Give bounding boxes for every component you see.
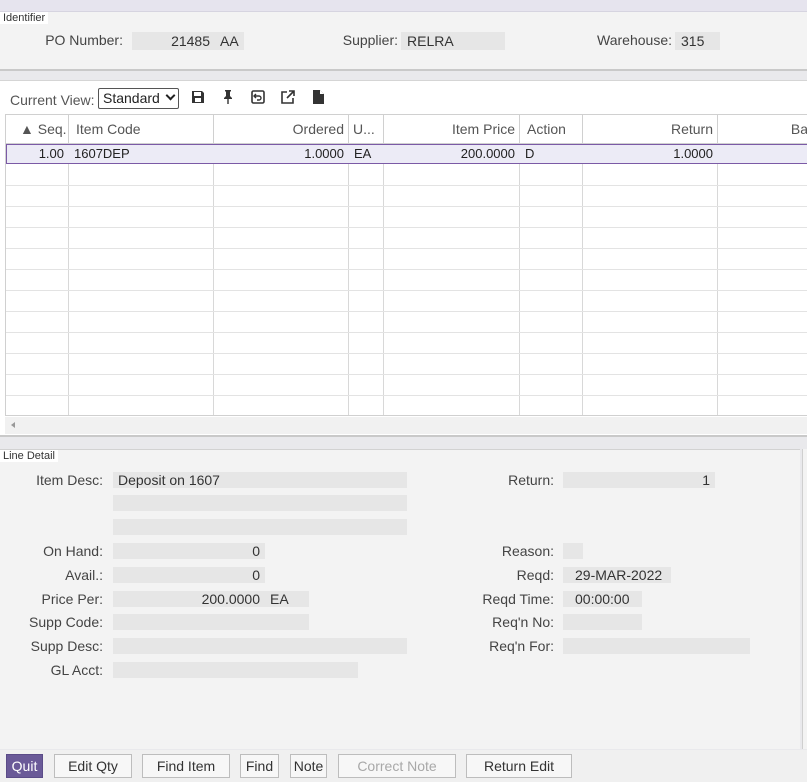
identifier-section-label: Identifier <box>0 12 49 24</box>
price-per-field[interactable]: 200.0000 <box>113 591 265 607</box>
reqd-time-field[interactable]: 00:00:00 <box>563 591 642 607</box>
quit-button[interactable]: Quit <box>6 754 43 778</box>
supp-code-field[interactable] <box>113 614 309 630</box>
gl-acct-label: GL Acct: <box>50 662 103 678</box>
line-detail-section: Line Detail Item Desc: Deposit on 1607 O… <box>0 449 800 749</box>
item-desc-field[interactable]: Deposit on 1607 <box>113 472 407 488</box>
on-hand-field[interactable]: 0 <box>113 543 265 559</box>
gl-acct-field[interactable] <box>113 662 358 678</box>
supplier-field[interactable]: RELRA <box>401 32 505 50</box>
reqn-for-field[interactable] <box>563 638 750 654</box>
document-icon[interactable] <box>310 89 326 105</box>
grid-row-divider <box>6 290 807 291</box>
chevron-down-icon <box>165 90 176 101</box>
item-desc-line2-field[interactable] <box>113 495 407 511</box>
cell-uom[interactable]: EA <box>349 144 384 164</box>
return-field[interactable]: 1 <box>563 472 715 488</box>
reqd-time-label: Reqd Time: <box>482 591 554 607</box>
identifier-section: Identifier PO Number: 21485 AA Supplier:… <box>0 12 807 71</box>
reason-field[interactable] <box>563 543 583 559</box>
cell-action[interactable]: D <box>520 144 583 164</box>
warehouse-label: Warehouse: <box>597 32 672 48</box>
price-uom-field[interactable]: EA <box>265 591 309 607</box>
current-view-value: Standard <box>103 90 160 106</box>
col-header-item-price[interactable]: Item Price <box>384 115 520 144</box>
return-label: Return: <box>508 472 554 488</box>
po-number-label: PO Number: <box>45 32 123 48</box>
grid-row-divider <box>6 374 807 375</box>
correct-note-button[interactable]: Correct Note <box>338 754 456 778</box>
price-per-label: Price Per: <box>41 591 103 607</box>
avail-label: Avail.: <box>65 567 103 583</box>
col-header-seq[interactable]: ▲ Seq. <box>6 115 69 144</box>
restore-icon[interactable] <box>250 89 266 105</box>
grid-row-divider <box>6 206 807 207</box>
item-desc-line3-field[interactable] <box>113 519 407 535</box>
current-view-label: Current View: <box>10 92 95 108</box>
item-desc-label: Item Desc: <box>36 472 103 488</box>
po-suffix-field[interactable]: AA <box>216 32 244 50</box>
horizontal-scrollbar[interactable] <box>5 417 807 434</box>
grid-row-divider <box>6 248 807 249</box>
grid-row-divider <box>6 395 807 396</box>
cell-seq[interactable]: 1.00 <box>6 144 69 164</box>
grid-row-divider <box>6 332 807 333</box>
col-header-ordered[interactable]: Ordered <box>214 115 349 144</box>
action-button-bar: Quit Edit Qty Find Item Find Note Correc… <box>0 750 807 782</box>
grid-row-divider <box>6 353 807 354</box>
cell-return[interactable]: 1.0000 <box>583 144 718 164</box>
on-hand-label: On Hand: <box>43 543 103 559</box>
col-header-return[interactable]: Return <box>583 115 718 144</box>
return-edit-button[interactable]: Return Edit <box>466 754 572 778</box>
scroll-left-icon[interactable] <box>11 422 15 428</box>
col-header-action[interactable]: Action <box>520 115 583 144</box>
supplier-label: Supplier: <box>342 32 398 48</box>
save-icon[interactable] <box>190 89 206 105</box>
cell-ba[interactable] <box>718 144 807 164</box>
line-detail-section-label: Line Detail <box>0 450 58 462</box>
export-icon[interactable] <box>280 89 296 105</box>
po-number-field[interactable]: 21485 <box>132 32 216 50</box>
grid-row-divider <box>6 269 807 270</box>
cell-ordered[interactable]: 1.0000 <box>214 144 349 164</box>
reqn-no-field[interactable] <box>563 614 642 630</box>
pin-icon[interactable] <box>220 89 236 105</box>
window-top-bar <box>0 0 807 12</box>
col-header-ba[interactable]: Ba <box>718 115 807 144</box>
col-header-uom[interactable]: U... <box>349 115 384 144</box>
lines-grid-section: Current View: Standard ▲ Seq. Item Code … <box>0 80 807 437</box>
reqd-date-field[interactable]: 29-MAR-2022 <box>563 567 671 583</box>
grid-row-divider <box>6 227 807 228</box>
note-button[interactable]: Note <box>290 754 327 778</box>
reqd-label: Reqd: <box>516 567 554 583</box>
edit-qty-button[interactable]: Edit Qty <box>54 754 132 778</box>
cell-item-price[interactable]: 200.0000 <box>384 144 520 164</box>
warehouse-field[interactable]: 315 <box>675 32 720 50</box>
find-button[interactable]: Find <box>240 754 279 778</box>
supp-code-label: Supp Code: <box>29 614 103 630</box>
reason-label: Reason: <box>501 543 554 559</box>
find-item-button[interactable]: Find Item <box>142 754 230 778</box>
grid-row-divider <box>6 185 807 186</box>
grid-row-divider <box>6 311 807 312</box>
reqn-no-label: Req'n No: <box>492 614 554 630</box>
supp-desc-label: Supp Desc: <box>30 638 103 654</box>
avail-field[interactable]: 0 <box>113 567 265 583</box>
col-header-item-code[interactable]: Item Code <box>69 115 214 144</box>
supp-desc-field[interactable] <box>113 638 407 654</box>
cell-item-code[interactable]: 1607DEP <box>69 144 214 164</box>
lines-grid: ▲ Seq. Item Code Ordered U... Item Price… <box>5 114 807 416</box>
reqn-for-label: Req'n For: <box>489 638 554 654</box>
side-panel-edge <box>802 449 807 749</box>
current-view-select[interactable]: Standard <box>98 88 179 109</box>
